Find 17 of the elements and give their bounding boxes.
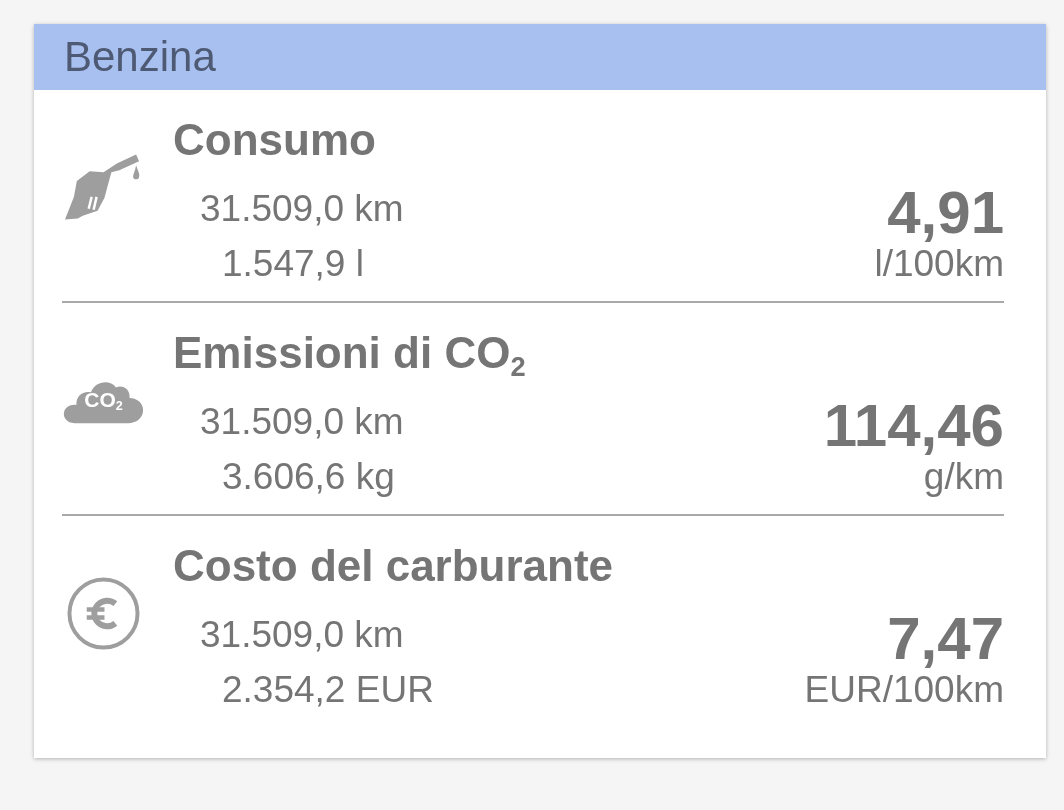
detail-text: 1.547,9 l	[222, 242, 364, 286]
detail-text: 31.509,0 km	[200, 187, 404, 231]
detail-text: 3.606,6 kg	[222, 455, 395, 499]
euro-circle-icon	[67, 576, 140, 650]
detail-text: 2.354,2 EUR	[222, 668, 434, 712]
result-unit: g/km	[923, 455, 1004, 499]
card-title: Benzina	[64, 32, 216, 82]
result-value: 7,47	[887, 610, 1004, 668]
result-value: 4,91	[887, 184, 1004, 242]
result-unit: EUR/100km	[804, 668, 1004, 712]
result-value: 114,46	[823, 397, 1004, 455]
detail-text: 31.509,0 km	[200, 613, 404, 657]
section-title: Costo del carburante	[173, 541, 614, 591]
section-title: Consumo	[173, 115, 376, 165]
detail-text: 31.509,0 km	[200, 400, 404, 444]
section-title: Emissioni di CO$_{2}$	[173, 328, 526, 378]
result-unit: l/100km	[874, 242, 1004, 286]
